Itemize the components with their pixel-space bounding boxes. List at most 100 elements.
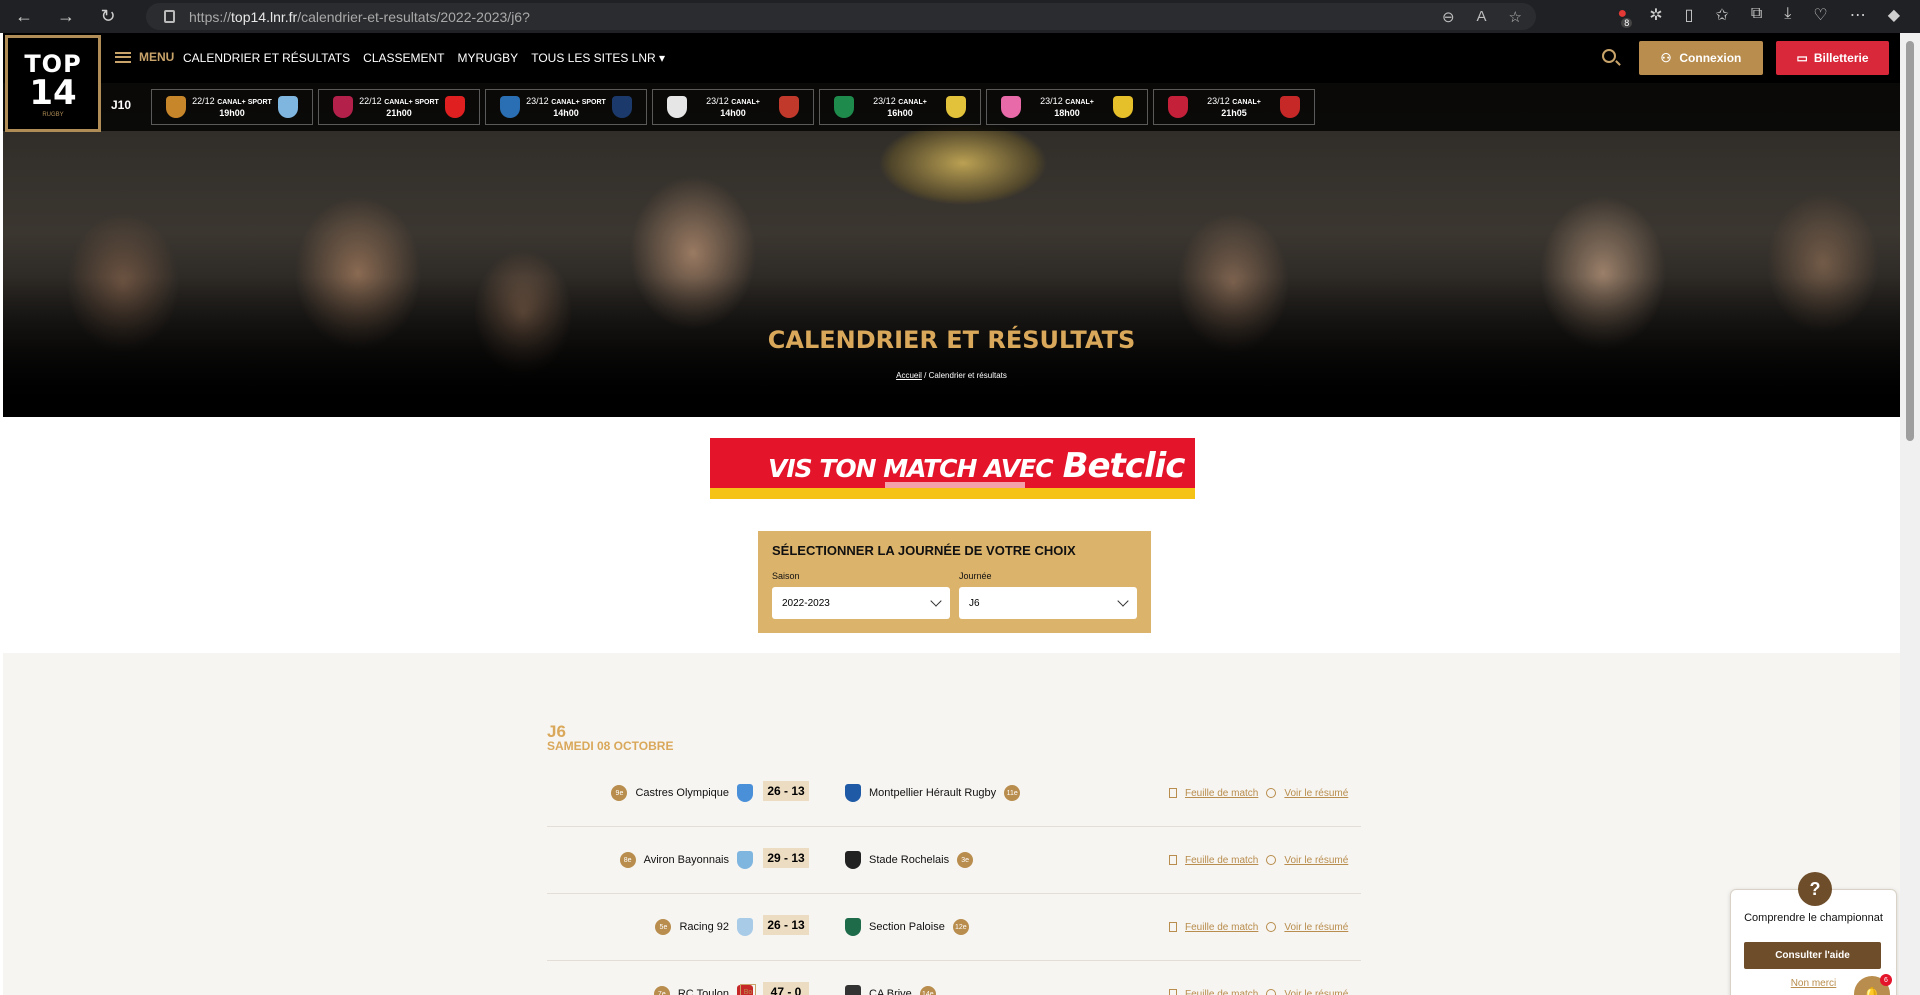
voir-resume-link[interactable]: Voir le résumé bbox=[1284, 922, 1348, 933]
match-links: Feuille de match Voir le résumé bbox=[1169, 893, 1348, 961]
feuille-de-match-link[interactable]: Feuille de match bbox=[1185, 989, 1258, 995]
season-value: 2022-2023 bbox=[782, 597, 830, 609]
match-row: 9e Castres Olympique 26 - 13 Montpellier Hé… bbox=[547, 759, 1361, 827]
journee-value: J6 bbox=[969, 597, 980, 609]
collections-icon[interactable]: ⧉ bbox=[1751, 5, 1762, 25]
play-icon bbox=[1266, 989, 1277, 995]
read-aloud-icon[interactable]: A bbox=[1477, 8, 1487, 26]
forward-icon[interactable]: → bbox=[48, 2, 84, 32]
home-team-name: Racing 92 bbox=[679, 921, 729, 933]
home-team[interactable]: 9e Castres Olympique bbox=[611, 759, 753, 827]
document-icon bbox=[1169, 989, 1177, 995]
journee-label: Journée bbox=[959, 571, 992, 581]
split-screen-icon[interactable]: ▯ bbox=[1685, 5, 1694, 25]
scrollbar[interactable] bbox=[1900, 33, 1920, 995]
home-crest-icon bbox=[737, 851, 753, 869]
strip-match-card[interactable]: 23/12 CANAL+ SPORT 14h00 bbox=[485, 89, 647, 125]
address-bar[interactable]: https://top14.lnr.fr/calendrier-et-resul… bbox=[146, 3, 1536, 30]
extensions-puzzle-icon[interactable]: ✲ bbox=[1649, 5, 1662, 25]
feuille-de-match-link[interactable]: Feuille de match bbox=[1185, 855, 1258, 866]
strip-match-info: 23/12 CANAL+ 21h05 bbox=[1207, 96, 1261, 119]
home-team[interactable]: 5e Racing 92 bbox=[655, 893, 753, 961]
nav-classement[interactable]: CLASSEMENT bbox=[363, 51, 444, 65]
reload-icon[interactable]: ↻ bbox=[90, 2, 126, 32]
away-team-name: Montpellier Hérault Rugby bbox=[869, 787, 997, 799]
home-rank: 8e bbox=[619, 852, 636, 868]
performance-icon[interactable]: ♡ bbox=[1813, 5, 1827, 25]
strip-journee: J10 bbox=[111, 98, 132, 112]
strip-date: 23/12 bbox=[1207, 95, 1230, 106]
away-team-crest-icon bbox=[277, 96, 298, 118]
voir-resume-link[interactable]: Voir le résumé bbox=[1284, 855, 1348, 866]
home-team-crest-icon bbox=[500, 96, 520, 118]
strip-date: 23/12 bbox=[706, 95, 729, 106]
strip-tv: CANAL+ SPORT bbox=[551, 98, 606, 106]
away-team[interactable]: CA Brive 14e bbox=[845, 960, 936, 995]
match-score[interactable]: 47 - 0 bbox=[763, 982, 809, 995]
strip-match-card[interactable]: 22/12 CANAL+ SPORT 19h00 bbox=[151, 89, 313, 125]
strip-date: 23/12 bbox=[1040, 95, 1063, 106]
strip-match-card[interactable]: 23/12 CANAL+ 16h00 bbox=[819, 89, 981, 125]
strip-match-info: 22/12 CANAL+ SPORT 19h00 bbox=[192, 96, 272, 119]
back-icon[interactable]: ← bbox=[6, 2, 42, 32]
home-team[interactable]: 7e RC Toulon bbox=[653, 960, 753, 995]
favorites-icon[interactable]: ✩ bbox=[1715, 5, 1728, 25]
strip-match-card[interactable]: 23/12 CANAL+ 21h05 bbox=[1153, 89, 1315, 125]
home-team-crest-icon bbox=[667, 96, 687, 118]
strip-match-card[interactable]: 23/12 CANAL+ 14h00 bbox=[652, 89, 814, 125]
chevron-down-icon bbox=[930, 595, 942, 607]
banner-text: VIS TON MATCH AVEC bbox=[768, 454, 1054, 483]
nav-calendrier[interactable]: CALENDRIER ET RÉSULTATS bbox=[183, 51, 350, 65]
strip-match-info: 22/12 CANAL+ SPORT 21h00 bbox=[359, 96, 439, 119]
home-rank: 5e bbox=[655, 919, 672, 935]
away-crest-icon bbox=[845, 985, 861, 995]
favorite-star-icon[interactable]: ☆ bbox=[1509, 8, 1522, 26]
away-team[interactable]: Stade Rochelais 3e bbox=[845, 826, 974, 894]
match-row: 8e Aviron Bayonnais 29 - 13 Stade Rochelais… bbox=[547, 826, 1361, 894]
billetterie-button[interactable]: ▭ Billetterie bbox=[1776, 41, 1889, 75]
betclic-ad-banner[interactable]: VIS TON MATCH AVEC Betclic bbox=[710, 438, 1195, 499]
home-team[interactable]: 8e Aviron Bayonnais bbox=[619, 826, 753, 894]
scrollbar-thumb[interactable] bbox=[1906, 41, 1914, 441]
voir-resume-link[interactable]: Voir le résumé bbox=[1284, 989, 1348, 995]
away-team-crest-icon bbox=[444, 96, 465, 118]
away-team[interactable]: Section Paloise 12e bbox=[845, 893, 969, 961]
menu-button[interactable]: MENU bbox=[115, 50, 174, 64]
nav-myrugby[interactable]: MYRUGBY bbox=[458, 51, 519, 65]
match-score[interactable]: 26 - 13 bbox=[763, 781, 809, 801]
browser-toolbar: ← → ↻ https://top14.lnr.fr/calendrier-et… bbox=[0, 0, 1920, 33]
strip-time: 21h00 bbox=[386, 107, 412, 118]
breadcrumb-current: / Calendrier et résultats bbox=[924, 371, 1007, 380]
breadcrumb-home[interactable]: Accueil bbox=[896, 371, 922, 380]
match-score[interactable]: 26 - 13 bbox=[763, 915, 809, 935]
downloads-icon[interactable]: ⤓ bbox=[1784, 5, 1791, 25]
connexion-button[interactable]: ⚇ Connexion bbox=[1639, 41, 1763, 75]
strip-match-info: 23/12 CANAL+ 14h00 bbox=[706, 96, 760, 119]
journee-select[interactable]: J6 bbox=[959, 587, 1137, 619]
main-nav: CALENDRIER ET RÉSULTATS CLASSEMENT MYRUG… bbox=[183, 51, 665, 65]
zoom-icon[interactable]: ⊖ bbox=[1442, 8, 1455, 26]
notification-count: 6 bbox=[1880, 974, 1892, 986]
voir-resume-link[interactable]: Voir le résumé bbox=[1284, 788, 1348, 799]
feuille-de-match-link[interactable]: Feuille de match bbox=[1185, 788, 1258, 799]
home-crest-icon bbox=[737, 784, 753, 802]
strip-match-card[interactable]: 22/12 CANAL+ SPORT 21h00 bbox=[318, 89, 480, 125]
strip-match-card[interactable]: 23/12 CANAL+ 18h00 bbox=[986, 89, 1148, 125]
search-icon[interactable] bbox=[1602, 49, 1616, 63]
page: MENU CALENDRIER ET RÉSULTATS CLASSEMENT … bbox=[3, 33, 1900, 995]
selector-heading: SÉLECTIONNER LA JOURNÉE DE VOTRE CHOIX bbox=[772, 543, 1076, 558]
away-team[interactable]: Montpellier Hérault Rugby 11e bbox=[845, 759, 1021, 827]
extension-icon[interactable]: ● 8 bbox=[1618, 5, 1633, 28]
top14-logo[interactable]: TOP 14 RUGBY bbox=[5, 35, 101, 132]
document-icon bbox=[1169, 855, 1177, 865]
season-select[interactable]: 2022-2023 bbox=[772, 587, 950, 619]
more-icon[interactable]: ⋯ bbox=[1850, 5, 1866, 25]
consulter-aide-button[interactable]: Consulter l'aide bbox=[1744, 942, 1881, 969]
strip-tv: CANAL+ SPORT bbox=[384, 98, 439, 106]
copilot-icon[interactable]: ◆ bbox=[1888, 5, 1900, 25]
match-score[interactable]: 29 - 13 bbox=[763, 848, 809, 868]
nav-sites-lnr[interactable]: TOUS LES SITES LNR ▾ bbox=[531, 51, 665, 65]
strip-time: 14h00 bbox=[553, 107, 579, 118]
feuille-de-match-link[interactable]: Feuille de match bbox=[1185, 922, 1258, 933]
home-team-crest-icon bbox=[333, 96, 353, 118]
